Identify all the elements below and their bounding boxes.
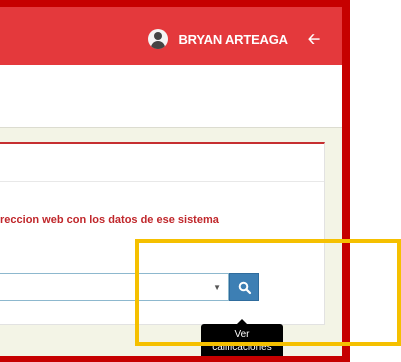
tooltip: Ver calificaciones (201, 319, 283, 356)
arrow-left-icon[interactable]: 🡠 (308, 32, 320, 47)
tooltip-line-2: calificaciones (212, 342, 272, 353)
content-area: reccion web con los datos de ese sistema… (0, 127, 342, 356)
app-window-frame: BRYAN ARTEAGA 🡠 reccion web con los dato… (0, 0, 350, 362)
panel-divider (0, 181, 324, 182)
user-name[interactable]: BRYAN ARTEAGA (178, 32, 288, 47)
page-subheader (0, 65, 342, 127)
search-icon (238, 281, 252, 295)
tooltip-line-1: Ver (234, 329, 250, 340)
view-grades-button[interactable] (229, 273, 259, 301)
user-avatar-icon (148, 29, 169, 49)
content-panel: reccion web con los datos de ese sistema… (0, 142, 325, 356)
system-select[interactable]: ▼ (0, 273, 229, 301)
instruction-text: reccion web con los datos de ese sistema (0, 214, 219, 226)
caret-down-icon[interactable]: ▼ (213, 283, 221, 292)
user-menu[interactable]: BRYAN ARTEAGA 🡠 (148, 28, 320, 50)
top-navbar: BRYAN ARTEAGA 🡠 (0, 7, 342, 65)
